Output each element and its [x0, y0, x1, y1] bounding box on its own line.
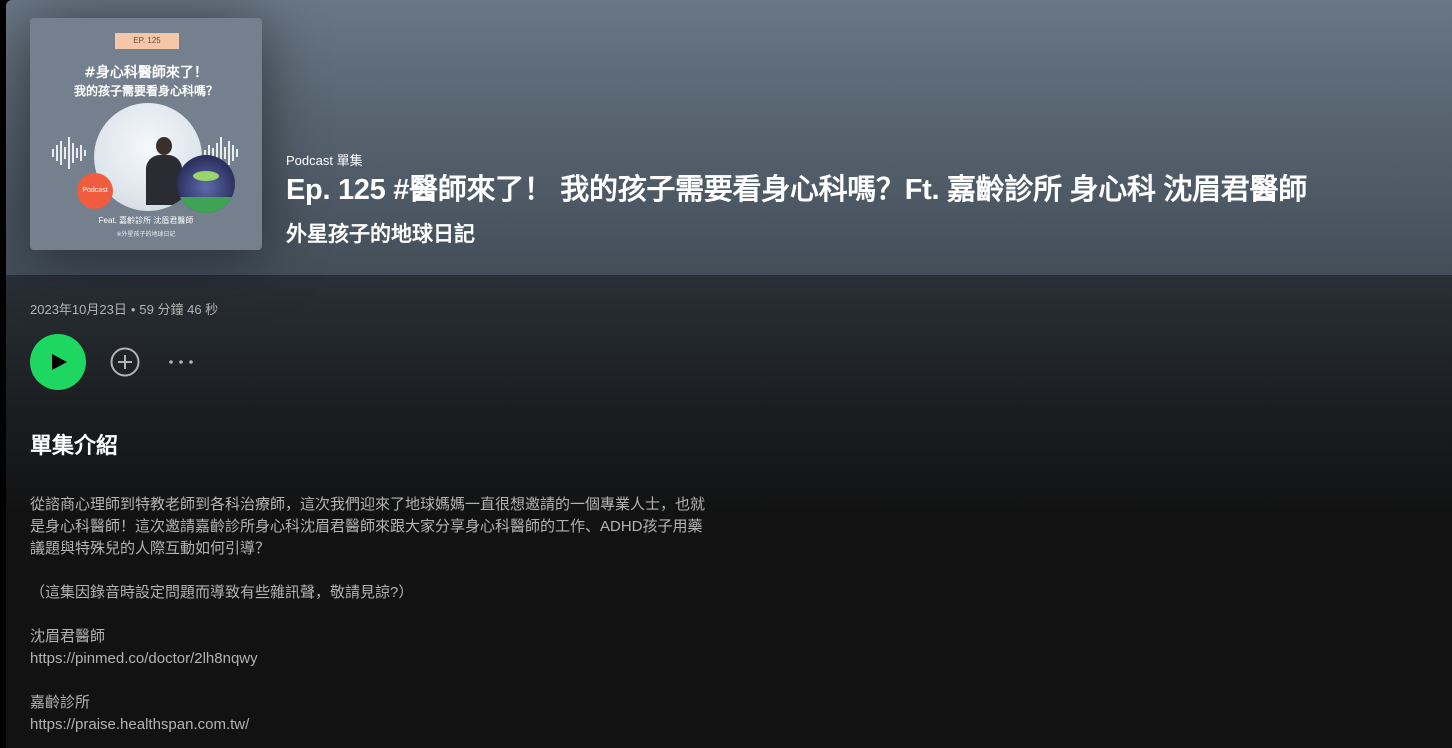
sound-wave-left-icon: [52, 137, 86, 169]
cover-title-line2: 我的孩子需要看身心科嗎？: [73, 84, 218, 98]
content-kind-label: Podcast 單集: [286, 153, 363, 168]
ufo-icon: [193, 171, 219, 181]
alien-logo-icon: [177, 155, 235, 213]
more-options-button[interactable]: [165, 346, 197, 378]
cover-feat-text: Feat. 嘉齡診所 沈眉君醫師: [98, 216, 194, 225]
doctor-profile-link[interactable]: https://pinmed.co/doctor/2lh8nqwy: [30, 650, 258, 667]
cover-episode-tag: EP. 125: [115, 33, 179, 49]
main-panel: EP. 125 #身心科醫師來了！ 我的孩子需要看身心科嗎？ Podcast F…: [6, 0, 1452, 748]
play-button[interactable]: [30, 334, 86, 390]
play-icon: [52, 354, 67, 370]
cover-show-credit: ※外星孩子的地球日記: [116, 232, 176, 238]
doctor-name: 沈眉君醫師: [30, 628, 106, 645]
episode-title: Ep. 125 #醫師來了！ 我的孩子需要看身心科嗎？Ft. 嘉齡診所 身心科 …: [286, 174, 1307, 206]
more-horizontal-icon: [169, 360, 193, 364]
episode-duration: 59 分鐘 46 秒: [139, 302, 219, 317]
release-date: 2023年10月23日: [30, 302, 127, 317]
description-note: （這集因錄音時設定問題而導致有些雜訊聲，敬請見諒?）: [30, 584, 414, 601]
clinic-website-link[interactable]: https://praise.healthspan.com.tw/: [30, 716, 249, 733]
show-name-link[interactable]: 外星孩子的地球日記: [286, 220, 475, 250]
meta-separator: •: [130, 302, 136, 317]
episode-cover-art: EP. 125 #身心科醫師來了！ 我的孩子需要看身心科嗎？ Podcast F…: [30, 18, 262, 250]
add-to-library-button[interactable]: [109, 346, 141, 378]
clinic-name: 嘉齡診所: [30, 694, 91, 711]
episode-description-heading: 單集介紹: [30, 433, 119, 458]
content-gradient: [6, 275, 1452, 515]
description-intro: 從諮商心理師到特教老師到各科治療師，這次我們迎來了地球媽媽一直很想邀請的一個專業…: [30, 496, 706, 557]
cover-podcast-badge: Podcast: [77, 173, 113, 209]
episode-description: 從諮商心理師到特教老師到各科治療師，這次我們迎來了地球媽媽一直很想邀請的一個專業…: [30, 494, 710, 736]
planet-icon: [177, 197, 235, 213]
add-circle-icon: [110, 347, 140, 377]
person-head: [156, 137, 172, 155]
cover-title-line1: #身心科醫師來了！: [84, 65, 208, 81]
episode-meta: 2023年10月23日 • 59 分鐘 46 秒: [30, 299, 218, 318]
